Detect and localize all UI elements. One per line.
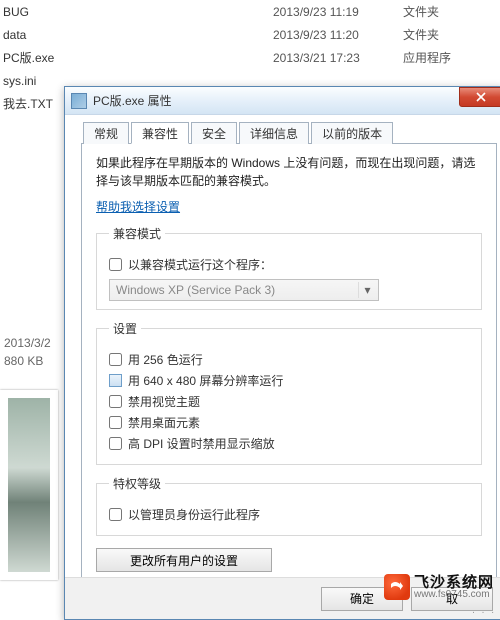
checkbox-640x480[interactable] [109,374,122,387]
compat-mode-legend: 兼容模式 [109,225,165,242]
details-size: 880 KB [4,352,51,370]
close-button[interactable] [459,87,500,107]
tab-previous-versions[interactable]: 以前的版本 [311,122,393,144]
file-type: 应用程序 [403,49,451,66]
privilege-legend: 特权等级 [109,475,165,492]
settings-group: 设置 用 256 色运行 用 640 x 480 屏幕分辨率运行 禁用视觉主题 … [96,320,482,465]
file-type: 文件夹 [403,26,439,43]
compat-mode-checkbox[interactable] [109,258,122,271]
tab-panel-compatibility: 如果此程序在早期版本的 Windows 上没有问题，而现在出现问题，请选择与该早… [81,143,497,587]
change-all-users-button[interactable]: 更改所有用户的设置 [96,548,272,572]
label-run-as-admin: 以管理员身份运行此程序 [128,506,260,523]
checkbox-run-as-admin[interactable] [109,508,122,521]
privilege-group: 特权等级 以管理员身份运行此程序 [96,475,482,536]
help-link[interactable]: 帮助我选择设置 [96,198,180,215]
file-row[interactable]: PC版.exe2013/3/21 17:23应用程序 [0,46,500,69]
settings-legend: 设置 [109,320,141,337]
file-row[interactable]: data2013/9/23 11:20文件夹 [0,23,500,46]
window-title: PC版.exe 属性 [93,92,459,109]
watermark: 飞沙系统网 www.fs0745.com [384,574,494,600]
checkbox-disable-desktop-composition[interactable] [109,416,122,429]
label-disable-desktop-composition: 禁用桌面元素 [128,414,200,431]
label-256-color: 用 256 色运行 [128,351,203,368]
tab-details[interactable]: 详细信息 [239,122,309,144]
tab-compatibility[interactable]: 兼容性 [131,122,189,144]
intro-text: 如果此程序在早期版本的 Windows 上没有问题，而现在出现问题，请选择与该早… [96,154,482,190]
details-date: 2013/3/2 [4,334,51,352]
close-icon [476,92,486,102]
checkbox-256-color[interactable] [109,353,122,366]
preview-thumbnail [0,390,58,580]
tabstrip: 常规 兼容性 安全 详细信息 以前的版本 [81,121,497,143]
compat-mode-value: Windows XP (Service Pack 3) [116,283,275,297]
file-name: PC版.exe [3,49,273,66]
compat-mode-group: 兼容模式 以兼容模式运行这个程序： Windows XP (Service Pa… [96,225,482,310]
label-640x480: 用 640 x 480 屏幕分辨率运行 [128,372,283,389]
tab-security[interactable]: 安全 [191,122,237,144]
details-panel: 2013/3/2 880 KB [0,330,55,374]
compat-mode-label: 以兼容模式运行这个程序： [128,256,272,273]
watermark-dots: . . . [472,605,496,616]
file-date: 2013/3/21 17:23 [273,51,403,65]
file-name: data [3,28,273,42]
chevron-down-icon: ▾ [358,282,376,298]
watermark-title: 飞沙系统网 [414,575,494,590]
checkbox-disable-visual-themes[interactable] [109,395,122,408]
file-date: 2013/9/23 11:19 [273,5,403,19]
tab-general[interactable]: 常规 [83,122,129,144]
checkbox-disable-dpi-scaling[interactable] [109,437,122,450]
watermark-logo-icon [384,574,410,600]
label-disable-visual-themes: 禁用视觉主题 [128,393,200,410]
properties-dialog: PC版.exe 属性 常规 兼容性 安全 详细信息 以前的版本 如果此程序在早期… [64,86,500,620]
file-date: 2013/9/23 11:20 [273,28,403,42]
file-type: 文件夹 [403,3,439,20]
file-name: BUG [3,5,273,19]
titlebar[interactable]: PC版.exe 属性 [65,87,500,115]
label-disable-dpi-scaling: 高 DPI 设置时禁用显示缩放 [128,435,275,452]
app-icon [71,93,87,109]
compat-mode-combo[interactable]: Windows XP (Service Pack 3) ▾ [109,279,379,301]
watermark-url: www.fs0745.com [414,590,494,600]
file-row[interactable]: BUG2013/9/23 11:19文件夹 [0,0,500,23]
